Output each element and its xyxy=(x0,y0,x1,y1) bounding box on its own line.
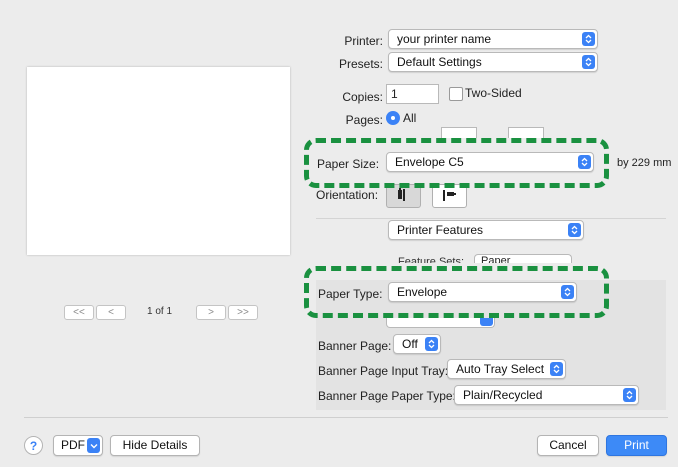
portrait-icon xyxy=(398,188,405,201)
two-sided-checkbox[interactable] xyxy=(449,87,463,101)
banner-paper-type-value: Plain/Recycled xyxy=(463,388,543,402)
help-icon: ? xyxy=(29,439,38,453)
paper-type-highlight xyxy=(304,266,609,318)
banner-input-tray-value: Auto Tray Select xyxy=(456,362,545,376)
banner-page-select[interactable]: Off xyxy=(393,334,441,354)
printer-select-value: your printer name xyxy=(397,32,492,46)
hide-details-button[interactable]: Hide Details xyxy=(110,435,200,456)
next-page-button[interactable]: > xyxy=(196,305,226,320)
chevron-updown-icon xyxy=(582,32,595,46)
pages-to-field[interactable] xyxy=(508,127,544,138)
feature-sets-select[interactable]: Paper xyxy=(474,254,572,263)
copies-label: Copies: xyxy=(342,90,383,104)
presets-select[interactable]: Default Settings xyxy=(388,52,598,72)
orientation-label: Orientation: xyxy=(316,188,379,202)
chevron-updown-icon xyxy=(582,55,595,69)
chevron-updown-icon xyxy=(568,223,581,237)
chevron-down-icon xyxy=(87,438,100,453)
pages-all-radio[interactable] xyxy=(386,111,400,125)
first-page-button[interactable]: << xyxy=(64,305,94,320)
copies-input[interactable]: 1 xyxy=(386,84,439,104)
pdf-label: PDF xyxy=(61,438,85,452)
footer-divider xyxy=(24,417,668,418)
cancel-button[interactable]: Cancel xyxy=(537,435,599,456)
chevron-updown-icon xyxy=(425,337,438,351)
banner-paper-type-select[interactable]: Plain/Recycled xyxy=(454,385,639,405)
pages-from-field[interactable] xyxy=(441,127,477,138)
banner-page-label: Banner Page: xyxy=(318,339,392,353)
printer-label: Printer: xyxy=(344,34,383,48)
paper-size-highlight xyxy=(304,138,609,188)
last-page-button[interactable]: >> xyxy=(228,305,258,320)
section-divider xyxy=(316,218,666,219)
pages-label: Pages: xyxy=(345,113,383,127)
banner-input-tray-label: Banner Page Input Tray: xyxy=(318,364,449,378)
section-select[interactable]: Printer Features xyxy=(388,220,584,240)
print-preview xyxy=(27,67,290,255)
banner-input-tray-select[interactable]: Auto Tray Select xyxy=(447,359,566,379)
feature-sets-label: Feature Sets: xyxy=(398,256,465,263)
pages-all-label: All xyxy=(403,111,417,125)
chevron-updown-icon xyxy=(623,388,636,402)
presets-label: Presets: xyxy=(338,57,383,71)
banner-paper-type-label: Banner Page Paper Type: xyxy=(318,389,456,403)
help-button[interactable]: ? xyxy=(24,436,43,455)
two-sided-label: Two-Sided xyxy=(465,86,522,100)
chevron-updown-icon xyxy=(550,362,563,376)
landscape-icon xyxy=(443,190,456,201)
prev-page-button[interactable]: < xyxy=(96,305,126,320)
hidden-feature-select[interactable] xyxy=(386,318,495,328)
print-button[interactable]: Print xyxy=(606,435,667,456)
presets-select-value: Default Settings xyxy=(397,55,482,69)
page-indicator: 1 of 1 xyxy=(147,306,173,317)
paper-size-dimensions: by 229 mm xyxy=(617,157,672,169)
pdf-menu-button[interactable]: PDF xyxy=(53,435,103,456)
banner-page-select-value: Off xyxy=(402,337,418,351)
section-select-value: Printer Features xyxy=(397,223,484,237)
printer-select[interactable]: your printer name xyxy=(388,29,598,49)
feature-sets-value: Paper xyxy=(481,255,511,263)
